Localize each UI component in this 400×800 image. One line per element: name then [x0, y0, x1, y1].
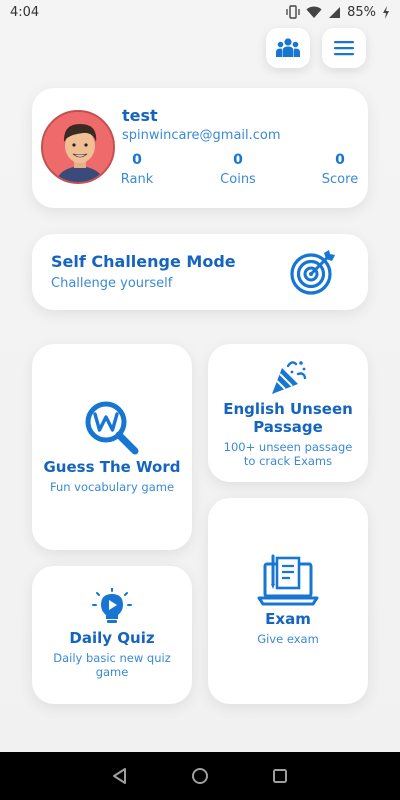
vibrate-icon	[286, 5, 300, 19]
coins-label: Coins	[220, 172, 256, 187]
passage-title: English Unseen Passage	[223, 400, 353, 436]
stat-coins: 0 Coins	[216, 152, 260, 187]
quiz-text: Daily Quiz Daily basic new quiz game	[32, 629, 192, 679]
profile-name: test	[122, 106, 158, 125]
guess-title: Guess The Word	[43, 458, 181, 476]
target-icon	[290, 250, 335, 295]
system-nav-bar	[0, 752, 400, 800]
challenge-subtitle: Challenge yourself	[51, 276, 173, 291]
exam-card[interactable]: Exam Give exam	[208, 498, 368, 704]
challenge-title: Self Challenge Mode	[51, 252, 236, 271]
rank-label: Rank	[120, 172, 154, 187]
status-time: 4:04	[10, 4, 40, 20]
home-icon[interactable]	[191, 767, 209, 785]
menu-icon	[334, 41, 354, 56]
exam-title: Exam	[265, 610, 311, 628]
stat-rank: 0 Rank	[120, 152, 154, 187]
rank-value: 0	[132, 152, 142, 168]
party-popper-icon	[272, 361, 307, 394]
recents-icon[interactable]	[271, 767, 289, 785]
wifi-icon	[306, 6, 322, 18]
passage-text: English Unseen Passage 100+ unseen passa…	[208, 400, 368, 468]
passage-subtitle: 100+ unseen passage to crack Exams	[223, 440, 353, 468]
guess-the-word-card[interactable]: Guess The Word Fun vocabulary game	[32, 344, 192, 550]
exam-subtitle: Give exam	[257, 632, 319, 646]
profile-email: spinwincare@gmail.com	[122, 128, 281, 143]
self-challenge-card[interactable]: Self Challenge Mode Challenge yourself	[32, 234, 368, 310]
battery-charging-icon	[383, 5, 389, 19]
team-button[interactable]	[266, 28, 310, 68]
exam-text: Exam Give exam	[208, 610, 368, 646]
avatar	[41, 110, 115, 184]
team-icon	[276, 38, 300, 57]
profile-card[interactable]: test spinwincare@gmail.com 0 Rank 0 Coin…	[32, 88, 368, 208]
guess-subtitle: Fun vocabulary game	[49, 480, 175, 494]
battery-percent: 85%	[347, 4, 376, 20]
coins-value: 0	[233, 152, 243, 168]
back-icon[interactable]	[111, 767, 129, 785]
daily-quiz-card[interactable]: Daily Quiz Daily basic new quiz game	[32, 566, 192, 704]
unseen-passage-card[interactable]: English Unseen Passage 100+ unseen passa…	[208, 344, 368, 482]
status-bar: 4:04 85%	[0, 0, 400, 24]
quiz-subtitle: Daily basic new quiz game	[53, 651, 171, 679]
stat-score: 0 Score	[320, 152, 360, 187]
status-icons: 85%	[286, 5, 390, 20]
quiz-title: Daily Quiz	[69, 629, 155, 647]
menu-button[interactable]	[322, 28, 366, 68]
magnifier-w-icon	[85, 401, 139, 455]
signal-icon	[329, 6, 341, 18]
score-label: Score	[321, 172, 359, 187]
laptop-document-icon	[257, 554, 319, 606]
lightbulb-play-icon	[92, 588, 132, 623]
guess-text: Guess The Word Fun vocabulary game	[32, 458, 192, 494]
score-value: 0	[335, 152, 345, 168]
